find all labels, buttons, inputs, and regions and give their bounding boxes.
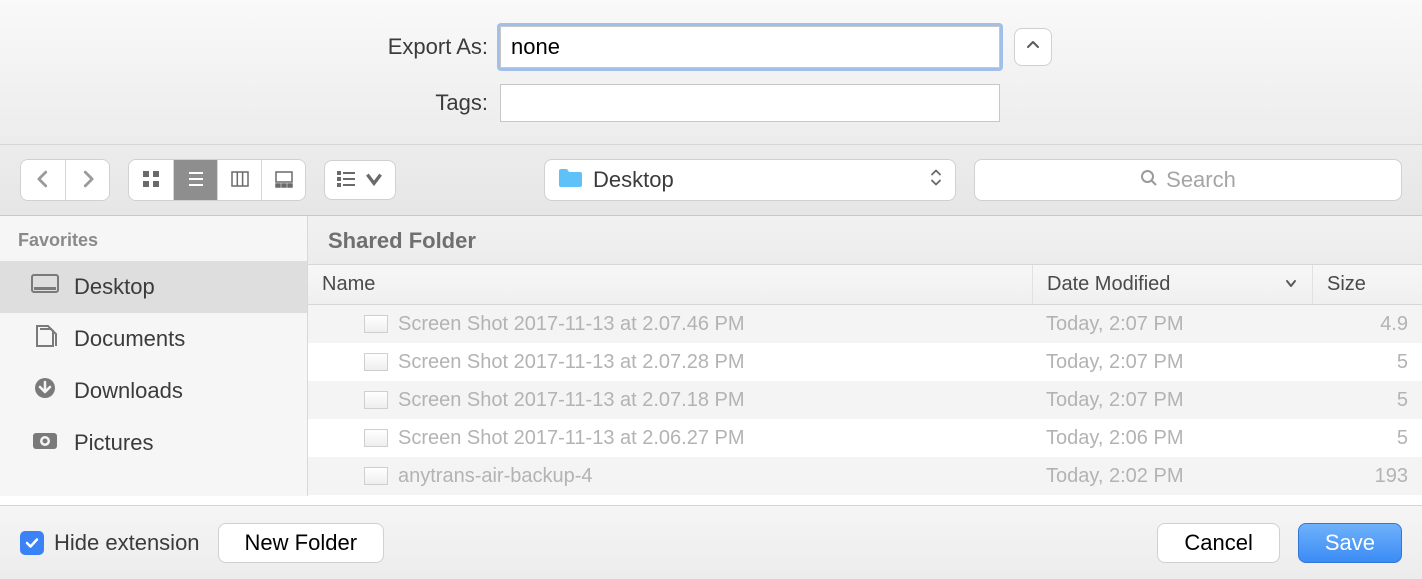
sidebar-item-label: Desktop [74,274,155,300]
panel-title: Shared Folder [308,216,1422,265]
sidebar-item-desktop[interactable]: Desktop [0,261,307,313]
file-size: 5 [1312,351,1422,374]
updown-icon [929,168,943,193]
pictures-icon [30,428,60,458]
file-size: 5 [1312,389,1422,412]
toolbar: Desktop Search [0,145,1422,216]
file-date: Today, 2:02 PM [1032,465,1312,488]
file-thumb-icon [364,315,388,333]
location-label: Desktop [593,167,674,193]
new-folder-button[interactable]: New Folder [218,523,384,563]
arrange-icon [335,168,357,193]
gallery-icon [273,168,295,193]
grid-icon [140,168,162,193]
file-panel: Shared Folder Name Date Modified Size Sc… [308,216,1422,496]
sidebar: Favorites Desktop Documents Downloads Pi… [0,216,308,496]
chevron-up-icon [1025,37,1041,58]
list-icon [185,168,207,193]
table-row[interactable]: Screen Shot 2017-11-13 at 2.07.46 PM Tod… [308,305,1422,343]
file-list: Screen Shot 2017-11-13 at 2.07.46 PM Tod… [308,305,1422,496]
sidebar-item-label: Pictures [74,430,153,456]
search-icon [1140,167,1158,193]
folder-icon [557,167,593,194]
export-as-label: Export As: [0,34,500,60]
sidebar-item-pictures[interactable]: Pictures [0,417,307,469]
sidebar-item-documents[interactable]: Documents [0,313,307,365]
chevron-left-icon [32,168,54,193]
downloads-icon [30,376,60,406]
bottom-bar: Hide extension New Folder Cancel Save [0,505,1422,579]
sidebar-item-downloads[interactable]: Downloads [0,365,307,417]
file-name: anytrans-air-backup-4 [398,465,593,488]
cancel-button[interactable]: Cancel [1157,523,1279,563]
checkbox-checked-icon [20,531,44,555]
tags-input[interactable] [500,84,1000,122]
file-thumb-icon [364,353,388,371]
chevron-down-icon [1284,273,1298,296]
view-list-button[interactable] [173,160,217,200]
back-button[interactable] [21,160,65,200]
chevron-down-icon [363,168,385,193]
nav-group [20,159,110,201]
documents-icon [30,324,60,354]
column-date-label: Date Modified [1047,273,1170,296]
table-row[interactable]: Screen Shot 2017-11-13 at 2.07.28 PM Tod… [308,343,1422,381]
table-row[interactable]: Screen Shot 2017-11-13 at 2.06.27 PM Tod… [308,419,1422,457]
hide-extension-checkbox[interactable]: Hide extension [20,530,200,556]
file-date: Today, 2:06 PM [1032,427,1312,450]
file-name: Screen Shot 2017-11-13 at 2.07.46 PM [398,313,745,336]
file-date: Today, 2:07 PM [1032,351,1312,374]
file-size: 5 [1312,427,1422,450]
columns-icon [229,168,251,193]
file-thumb-icon [364,467,388,485]
chevron-right-icon [77,168,99,193]
collapse-button[interactable] [1014,28,1052,66]
tags-label: Tags: [0,90,500,116]
file-size: 193 [1312,465,1422,488]
view-columns-button[interactable] [217,160,261,200]
column-header: Name Date Modified Size [308,265,1422,305]
file-thumb-icon [364,391,388,409]
sidebar-item-label: Documents [74,326,185,352]
sidebar-item-label: Downloads [74,378,183,404]
arrange-button[interactable] [324,160,396,200]
search-input[interactable]: Search [974,159,1402,201]
export-header: Export As: Tags: [0,0,1422,145]
file-name: Screen Shot 2017-11-13 at 2.07.18 PM [398,389,745,412]
forward-button[interactable] [65,160,109,200]
filename-input[interactable] [500,26,1000,68]
save-button[interactable]: Save [1298,523,1402,563]
file-thumb-icon [364,429,388,447]
search-placeholder: Search [1166,167,1236,193]
view-gallery-button[interactable] [261,160,305,200]
file-name: Screen Shot 2017-11-13 at 2.06.27 PM [398,427,745,450]
file-date: Today, 2:07 PM [1032,389,1312,412]
file-date: Today, 2:07 PM [1032,313,1312,336]
desktop-icon [30,272,60,302]
location-dropdown[interactable]: Desktop [544,159,956,201]
view-mode-group [128,159,306,201]
column-size[interactable]: Size [1312,265,1422,304]
sidebar-heading: Favorites [0,224,307,261]
view-icons-button[interactable] [129,160,173,200]
column-name[interactable]: Name [308,265,1032,304]
hide-extension-label: Hide extension [54,530,200,556]
file-size: 4.9 [1312,313,1422,336]
table-row[interactable]: Screen Shot 2017-11-13 at 2.07.18 PM Tod… [308,381,1422,419]
file-name: Screen Shot 2017-11-13 at 2.07.28 PM [398,351,745,374]
table-row[interactable]: anytrans-air-backup-4 Today, 2:02 PM 193 [308,457,1422,495]
column-date[interactable]: Date Modified [1032,265,1312,304]
